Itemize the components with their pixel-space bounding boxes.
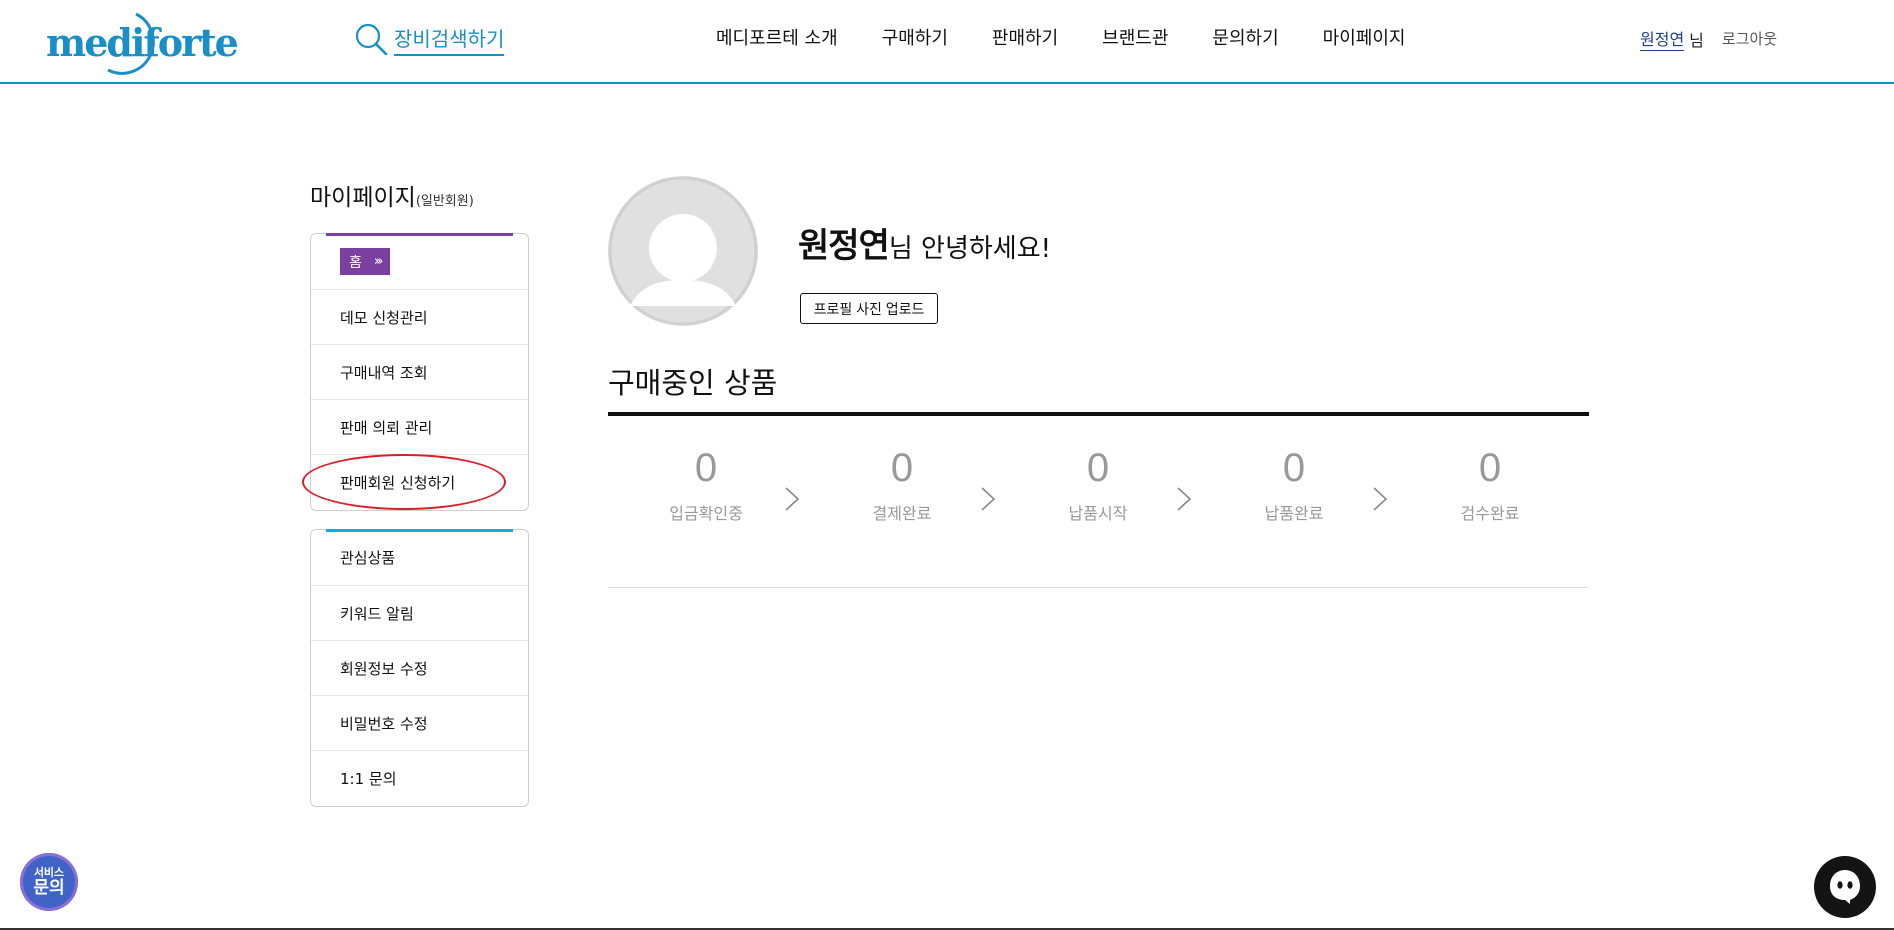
chevron-right-icon [1373,487,1388,511]
logout-link[interactable]: 로그아웃 [1722,28,1777,49]
chevron-right-icon [1177,487,1192,511]
status-step[interactable]: 0 결제완료 [804,444,1000,524]
sidebar-item-home[interactable]: 홈 ››› [311,234,528,289]
user-name-link[interactable]: 원정연 [1640,26,1685,51]
service-label-bottom: 문의 [33,878,65,898]
status-step[interactable]: 0 검수완료 [1392,444,1588,524]
sidebar-item-wishlist[interactable]: 관심상품 [311,530,528,585]
status-count: 0 [1282,446,1306,490]
logo-text: mediforte [46,20,239,65]
nav-brands[interactable]: 브랜드관 [1102,24,1168,50]
service-inquiry-button[interactable]: 서비스 문의 [20,853,78,911]
status-count: 0 [1478,446,1502,490]
status-label: 입금확인중 [669,504,743,523]
sidebar-item-one-on-one-inquiry[interactable]: 1:1 문의 [311,750,528,805]
nav-mypage[interactable]: 마이페이지 [1323,24,1406,50]
nav-inquiry[interactable]: 문의하기 [1212,24,1278,50]
section-bottom-divider [608,587,1589,588]
chat-button[interactable] [1814,856,1876,918]
sidebar-item-sale-requests[interactable]: 판매 의뢰 관리 [311,399,528,454]
equipment-search-link[interactable]: 장비검색하기 [354,20,505,58]
sidebar-item-keyword-alerts[interactable]: 키워드 알림 [311,585,528,640]
sidebar-item-demo-requests[interactable]: 데모 신청관리 [311,289,528,344]
upload-profile-photo-button[interactable]: 프로필 사진 업로드 [800,293,938,324]
sidebar-item-purchase-history[interactable]: 구매내역 조회 [311,344,528,399]
purchase-status-steps: 0 입금확인중 0 결제완료 0 납품시작 0 납품완료 0 검수완료 [608,444,1589,548]
default-avatar-icon [608,176,758,326]
user-suffix: 님 [1689,30,1704,50]
site-header: mediforte 장비검색하기 메디포르테 소개 구매하기 판매하기 브랜드관… [0,0,1894,84]
mypage-title-text: 마이페이지 [310,185,416,211]
status-step[interactable]: 0 납품시작 [1000,444,1196,524]
status-count: 0 [694,446,718,490]
sidebar-item-edit-profile[interactable]: 회원정보 수정 [311,640,528,695]
home-badge: 홈 ››› [340,248,390,275]
greeting: 원정연님 안녕하세요! [798,218,1051,267]
mediforte-logo[interactable]: mediforte [44,4,239,76]
chat-bot-icon [1830,870,1860,904]
profile-name: 원정연 [798,226,890,266]
user-area: 원정연 님 로그아웃 [1640,26,1777,51]
search-label: 장비검색하기 [394,23,505,56]
greeting-text: 님 안녕하세요! [888,234,1052,264]
sidebar-menu-secondary: 관심상품 키워드 알림 회원정보 수정 비밀번호 수정 1:1 문의 [310,529,529,807]
search-icon [355,23,388,56]
status-count: 0 [1086,446,1110,490]
status-step[interactable]: 0 납품완료 [1196,444,1392,524]
status-label: 검수완료 [1460,504,1520,523]
sidebar-item-change-password[interactable]: 비밀번호 수정 [311,695,528,750]
home-label: 홈 [349,254,362,271]
status-label: 납품시작 [1068,504,1128,523]
sidebar-item-seller-application[interactable]: 판매회원 신청하기 [311,454,528,509]
mypage-title: 마이페이지(일반회원) [310,178,474,212]
status-label: 결제완료 [872,504,932,523]
chevron-right-icon [981,487,996,511]
section-divider [608,412,1589,416]
main-nav: 메디포르테 소개 구매하기 판매하기 브랜드관 문의하기 마이페이지 [716,24,1449,50]
double-chevron-right-icon: ››› [373,254,383,269]
status-label: 납품완료 [1264,504,1324,523]
status-count: 0 [890,446,914,490]
nav-sell[interactable]: 판매하기 [992,24,1058,50]
sidebar-menu-primary: 홈 ››› 데모 신청관리 구매내역 조회 판매 의뢰 관리 판매회원 신청하기 [310,233,529,511]
avatar [608,176,758,326]
nav-about[interactable]: 메디포르테 소개 [716,24,838,50]
nav-buy[interactable]: 구매하기 [882,24,948,50]
chevron-right-icon [785,487,800,511]
member-type: (일반회원) [415,194,474,209]
section-title-purchasing: 구매중인 상품 [608,366,778,400]
status-step[interactable]: 0 입금확인중 [608,444,804,524]
